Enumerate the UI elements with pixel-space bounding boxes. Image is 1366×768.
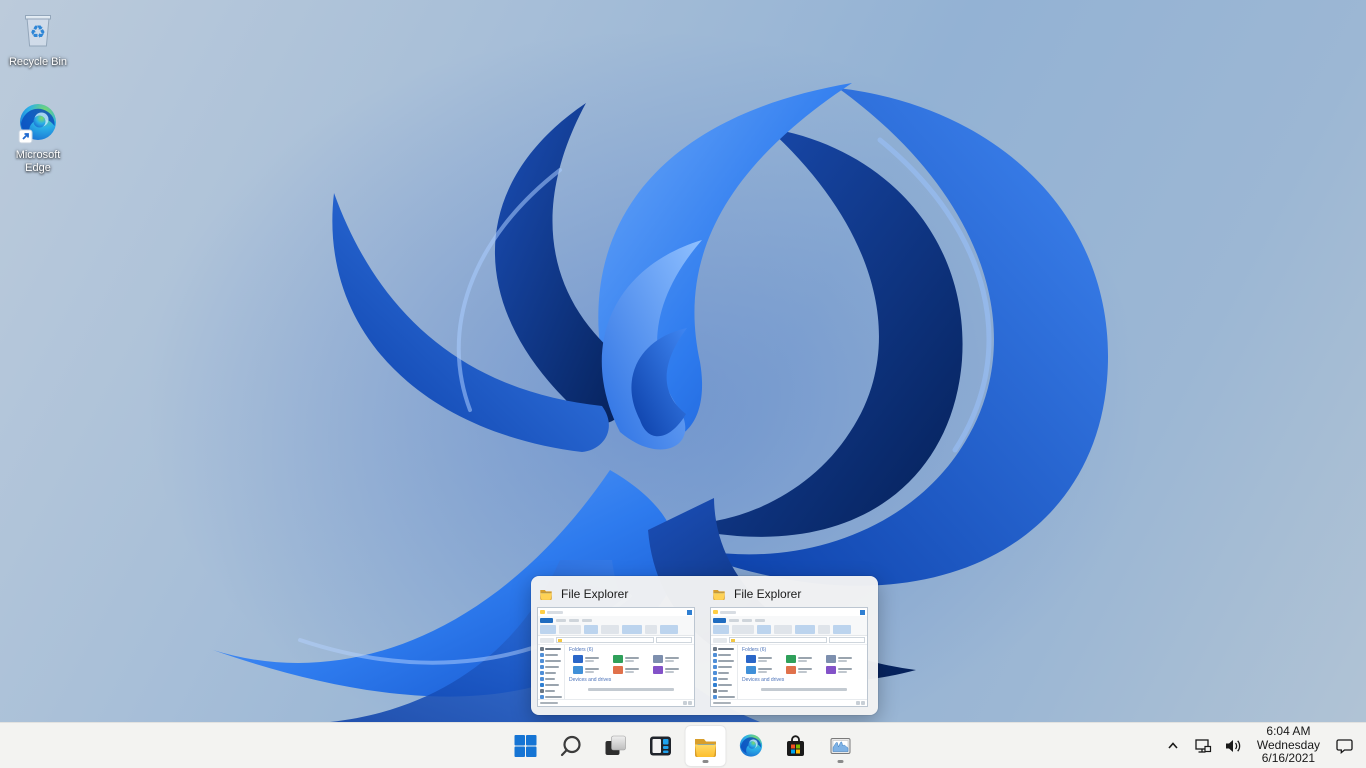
desktop-icon-label: Recycle Bin: [9, 56, 67, 69]
desktop-icon-microsoft-edge[interactable]: Microsoft Edge: [0, 101, 76, 175]
task-view-button[interactable]: [596, 726, 636, 766]
preview-thumbnail-slot: Folders (6) Devices and drives: [537, 607, 697, 707]
widgets-icon: [648, 733, 674, 759]
taskbar-preview-flyout: File Explorer: [531, 576, 878, 715]
clock-weekday: Wednesday: [1257, 739, 1320, 753]
chevron-up-icon: [1165, 738, 1181, 754]
preview-thumbnail-slot: Folders (6) Devices and drives: [710, 607, 870, 707]
thumb-folder-tiles: [746, 655, 866, 674]
file-explorer-window-thumbnail[interactable]: Folders (6) Devices and drives: [710, 607, 868, 707]
thumb-section-folders: Folders (6): [742, 647, 866, 654]
tray-overflow-button[interactable]: [1161, 734, 1185, 758]
preview-card-title: File Explorer: [561, 587, 628, 601]
clock-time: 6:04 AM: [1257, 725, 1320, 739]
edge-button[interactable]: [731, 726, 771, 766]
recycle-bin-icon: ♻: [14, 6, 62, 54]
thumb-section-devices: Devices and drives: [569, 677, 693, 684]
volume-icon: [1224, 737, 1242, 755]
widgets-button[interactable]: [641, 726, 681, 766]
file-explorer-button[interactable]: [686, 726, 726, 766]
start-button[interactable]: [506, 726, 546, 766]
file-explorer-icon: [711, 586, 727, 602]
taskbar: 6:04 AM Wednesday 6/16/2021: [0, 722, 1366, 768]
desktop-icon-label: Microsoft Edge: [6, 149, 70, 175]
notification-center-button[interactable]: [1332, 734, 1356, 758]
network-status[interactable]: [1191, 734, 1215, 758]
microsoft-store-icon: [783, 733, 809, 759]
svg-text:♻: ♻: [30, 22, 46, 43]
preview-card-title: File Explorer: [734, 587, 801, 601]
file-explorer-window-thumbnail[interactable]: Folders (6) Devices and drives: [537, 607, 695, 707]
task-view-icon: [603, 733, 629, 759]
windows-desktop: { "desktop": { "icons": [ { "id": "recyc…: [0, 0, 1366, 768]
network-icon: [1194, 737, 1212, 755]
thumb-section-folders: Folders (6): [569, 647, 693, 654]
preview-card-file-explorer-1[interactable]: File Explorer: [537, 581, 697, 710]
edge-icon: [737, 732, 764, 759]
edge-icon: [15, 101, 61, 147]
desktop-icon-recycle-bin[interactable]: ♻ Recycle Bin: [0, 6, 76, 69]
thumb-folder-tiles: [573, 655, 693, 674]
microsoft-store-button[interactable]: [776, 726, 816, 766]
running-indicator: [838, 760, 844, 763]
running-indicator: [703, 760, 709, 763]
task-manager-icon: [828, 733, 854, 759]
system-tray: 6:04 AM Wednesday 6/16/2021: [1161, 723, 1360, 768]
search-icon: [558, 733, 584, 759]
file-explorer-icon: [538, 586, 554, 602]
volume-status[interactable]: [1221, 734, 1245, 758]
notification-icon: [1335, 736, 1354, 755]
search-button[interactable]: [551, 726, 591, 766]
task-manager-button[interactable]: [821, 726, 861, 766]
clock-date: 6/16/2021: [1257, 752, 1320, 766]
preview-card-file-explorer-2[interactable]: File Explorer: [710, 581, 870, 710]
taskbar-clock[interactable]: 6:04 AM Wednesday 6/16/2021: [1251, 725, 1326, 766]
file-explorer-icon: [692, 732, 720, 760]
thumb-section-devices: Devices and drives: [742, 677, 866, 684]
windows-start-icon: [513, 733, 539, 759]
